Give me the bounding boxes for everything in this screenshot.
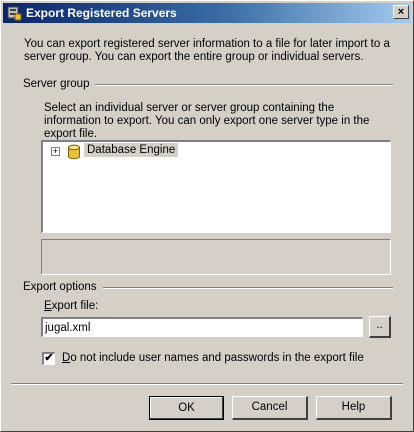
close-button[interactable]: × xyxy=(393,5,409,19)
server-group-heading: Server group xyxy=(23,78,96,90)
export-options-separator xyxy=(94,287,393,289)
server-group-separator xyxy=(93,84,393,86)
server-tree[interactable]: + Database Engine xyxy=(41,140,391,233)
server-group-description: Select an individual server or server gr… xyxy=(44,102,370,140)
exclude-credentials-checkbox[interactable]: ✔ xyxy=(42,352,55,365)
checkmark-icon: ✔ xyxy=(44,352,54,364)
exclude-credentials-label[interactable]: Do not include user names and passwords … xyxy=(62,352,364,364)
window-title: Export Registered Servers xyxy=(26,6,177,20)
registered-servers-icon xyxy=(7,6,22,21)
expand-icon[interactable]: + xyxy=(51,147,60,156)
export-file-input[interactable] xyxy=(41,317,363,337)
tree-item-database-engine[interactable]: Database Engine xyxy=(84,143,179,157)
title-bar[interactable]: Export Registered Servers × xyxy=(3,3,411,23)
intro-text: You can export registered server informa… xyxy=(24,38,390,63)
export-file-label: Export file: xyxy=(44,300,99,312)
ok-button[interactable]: OK xyxy=(149,396,224,420)
export-registered-servers-dialog: Export Registered Servers × You can expo… xyxy=(0,0,414,432)
button-row-separator xyxy=(11,383,403,385)
help-button[interactable]: Help xyxy=(316,396,392,420)
browse-button[interactable]: .. xyxy=(369,316,391,338)
database-icon xyxy=(68,144,80,160)
cancel-button[interactable]: Cancel xyxy=(232,396,308,420)
close-icon: × xyxy=(397,6,405,18)
export-options-heading: Export options xyxy=(23,281,103,293)
server-details-box xyxy=(41,239,391,275)
